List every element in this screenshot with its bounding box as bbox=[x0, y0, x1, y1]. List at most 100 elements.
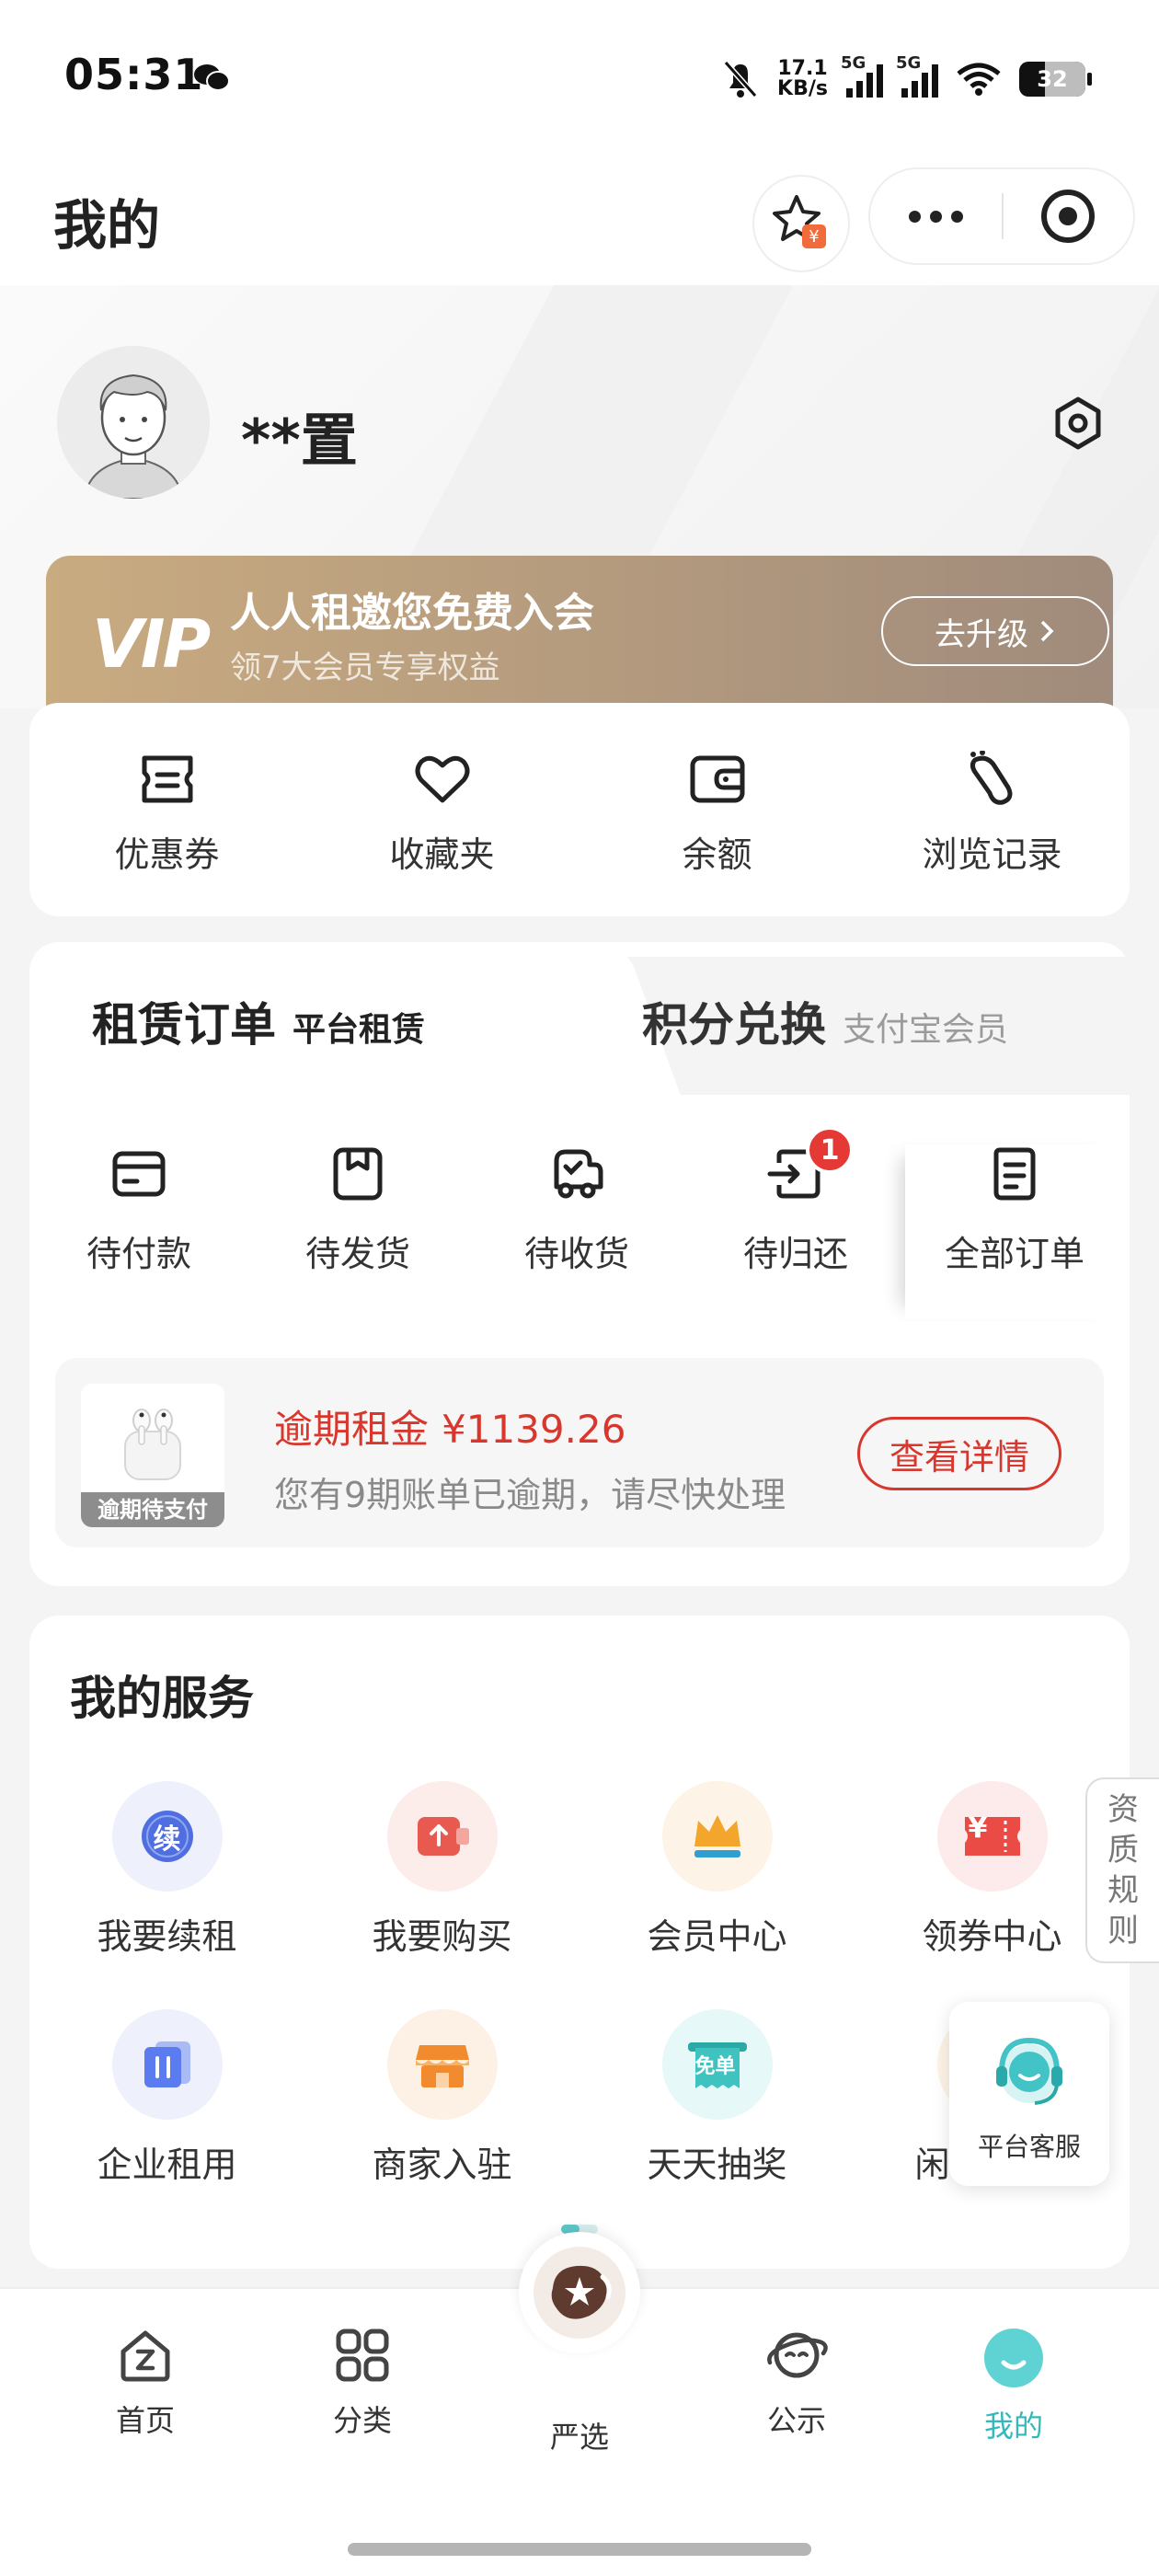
page-title: 我的 bbox=[53, 194, 161, 257]
lottery-icon: 免单 bbox=[661, 2009, 773, 2120]
order-status-pending-receipt[interactable]: 待收货 bbox=[467, 1144, 686, 1319]
favorite-button[interactable]: ¥ bbox=[752, 175, 850, 272]
lottery-glyph: 免单 bbox=[694, 2055, 736, 2078]
settings-icon[interactable] bbox=[1049, 394, 1107, 453]
grid-icon bbox=[336, 2329, 389, 2382]
quick-link-label: 收藏夹 bbox=[389, 834, 495, 875]
vip-banner[interactable]: VIP 人人租邀您免费入会 领7大会员专享权益 去升级 bbox=[46, 556, 1113, 708]
service-label: 商家入驻 bbox=[372, 2145, 512, 2185]
order-status-label: 待付款 bbox=[86, 1234, 191, 1274]
status-time: 05:31 bbox=[64, 50, 204, 99]
renew-glyph: 续 bbox=[153, 1823, 181, 1856]
enterprise-icon bbox=[111, 2009, 223, 2120]
service-label: 领券中心 bbox=[922, 1916, 1062, 1957]
service-daily-lottery[interactable]: 免单 天天抽奖 bbox=[580, 2009, 855, 2237]
signal-icon: 5G bbox=[841, 53, 883, 98]
service-buy[interactable]: 我要购买 bbox=[304, 1781, 580, 2009]
tab-featured[interactable]: 严选 bbox=[471, 2232, 688, 2491]
order-status-pending-shipment[interactable]: 待发货 bbox=[248, 1144, 467, 1319]
featured-icon bbox=[519, 2232, 640, 2353]
avatar-icon bbox=[57, 346, 210, 499]
net-speed-unit: KB/s bbox=[777, 77, 828, 100]
service-label: 我要续租 bbox=[97, 1916, 237, 1957]
home-indicator[interactable] bbox=[348, 2543, 811, 2556]
notification-badge: 1 bbox=[806, 1126, 854, 1174]
rules-char: 规 bbox=[1107, 1872, 1139, 1909]
signal-icon: 5G bbox=[896, 53, 938, 98]
close-target-icon[interactable] bbox=[1004, 187, 1133, 246]
tab-label: 我的 bbox=[983, 2409, 1043, 2444]
service-label: 会员中心 bbox=[647, 1916, 787, 1957]
service-enterprise-rental[interactable]: 企业租用 bbox=[29, 2009, 304, 2237]
orders-card: 租赁订单 平台租赁 积分兑换 支付宝会员 待付款 待发货 待收货 1 待归还 全… bbox=[29, 942, 1130, 1586]
ticket-icon: ¥ bbox=[936, 1781, 1048, 1892]
buy-icon bbox=[386, 1781, 498, 1892]
title-bar: 我的 ¥ bbox=[0, 156, 1159, 285]
battery-level: 32 bbox=[1037, 66, 1068, 92]
net-speed-value: 17.1 bbox=[777, 57, 828, 80]
truck-icon bbox=[554, 1149, 603, 1199]
list-icon bbox=[993, 1147, 1036, 1201]
quick-link-label: 浏览记录 bbox=[922, 834, 1062, 875]
planet-icon bbox=[767, 2332, 828, 2378]
overdue-description: 您有9期账单已逾期，请尽快处理 bbox=[274, 1475, 786, 1515]
overdue-title-text: 逾期租金 bbox=[274, 1407, 430, 1452]
quick-links: 优惠券 收藏夹 余额 浏览记录 bbox=[29, 703, 1130, 916]
tab-rental-orders[interactable]: 租赁订单 平台租赁 bbox=[92, 988, 425, 1054]
package-icon bbox=[333, 1147, 383, 1201]
service-merchant-join[interactable]: 商家入驻 bbox=[304, 2009, 580, 2237]
status-indicators: 17.1 KB/s 5G 5G 32 bbox=[722, 52, 1092, 107]
tab-title: 积分兑换 bbox=[642, 998, 826, 1052]
net-speed: 17.1 KB/s bbox=[777, 59, 828, 99]
tab-mine[interactable]: 我的 bbox=[905, 2289, 1122, 2491]
avatar[interactable] bbox=[57, 346, 210, 499]
quick-link-label: 余额 bbox=[682, 834, 752, 875]
vip-logo: VIP bbox=[92, 605, 211, 683]
status-bar: 05:31 17.1 KB/s 5G 5G 32 bbox=[0, 0, 1159, 156]
heart-icon bbox=[415, 755, 469, 803]
upgrade-button[interactable]: 去升级 bbox=[881, 596, 1109, 666]
tab-label: 分类 bbox=[332, 2403, 392, 2438]
tab-points-exchange[interactable]: 积分兑换 支付宝会员 bbox=[642, 988, 1008, 1054]
qualification-rules-tab[interactable]: 资 质 规 则 bbox=[1085, 1777, 1159, 1963]
order-status-pending-payment[interactable]: 待付款 bbox=[29, 1144, 248, 1319]
signal-type: 5G bbox=[896, 53, 922, 73]
coupon-icon bbox=[142, 755, 192, 803]
card-icon bbox=[112, 1151, 166, 1197]
overdue-title: 逾期租金 ¥1139.26 bbox=[274, 1398, 625, 1455]
more-icon[interactable] bbox=[870, 210, 1002, 223]
upgrade-button-label: 去升级 bbox=[935, 615, 1028, 653]
service-renew[interactable]: 续 我要续租 bbox=[29, 1781, 304, 2009]
tab-home[interactable]: 首页 bbox=[37, 2289, 254, 2491]
rules-char: 资 bbox=[1107, 1791, 1139, 1828]
service-member-center[interactable]: 会员中心 bbox=[580, 1781, 855, 2009]
wallet-icon bbox=[690, 755, 744, 803]
quick-link-balance[interactable]: 余额 bbox=[580, 703, 855, 916]
view-details-button[interactable]: 查看详情 bbox=[857, 1417, 1061, 1490]
mine-icon bbox=[984, 2329, 1043, 2387]
quick-link-coupon[interactable]: 优惠券 bbox=[29, 703, 304, 916]
order-status-row: 待付款 待发货 待收货 1 待归还 全部订单 bbox=[29, 1126, 1130, 1319]
quick-link-history[interactable]: 浏览记录 bbox=[855, 703, 1130, 916]
product-thumbnail: 逾期待支付 bbox=[81, 1384, 224, 1527]
quick-link-favorites[interactable]: 收藏夹 bbox=[304, 703, 580, 916]
overdue-tag: 逾期待支付 bbox=[81, 1492, 224, 1527]
wechat-icon bbox=[194, 64, 230, 91]
order-status-all[interactable]: 全部订单 bbox=[905, 1144, 1124, 1319]
overdue-notice[interactable]: 逾期待支付 逾期租金 ¥1139.26 您有9期账单已逾期，请尽快处理 查看详情 bbox=[55, 1358, 1104, 1547]
order-status-pending-return[interactable]: 1 待归还 bbox=[686, 1126, 905, 1319]
tab-category[interactable]: 分类 bbox=[254, 2289, 471, 2491]
tab-label: 首页 bbox=[115, 2403, 175, 2438]
svg-text:¥: ¥ bbox=[809, 227, 819, 247]
order-status-label: 待发货 bbox=[304, 1234, 410, 1274]
service-label: 企业租用 bbox=[97, 2145, 237, 2185]
quick-link-label: 优惠券 bbox=[114, 834, 220, 875]
services-title: 我的服务 bbox=[70, 1672, 254, 1725]
service-label: 闲 bbox=[914, 2145, 950, 2185]
bottom-tab-bar: 首页 分类 严选 公示 我的 bbox=[0, 2232, 1159, 2576]
customer-service-label: 平台客服 bbox=[977, 2132, 1081, 2162]
headset-icon bbox=[996, 2037, 1062, 2105]
earbuds-image bbox=[124, 1409, 181, 1480]
customer-service-button[interactable]: 平台客服 bbox=[949, 2002, 1109, 2186]
tab-public-notice[interactable]: 公示 bbox=[688, 2289, 905, 2491]
